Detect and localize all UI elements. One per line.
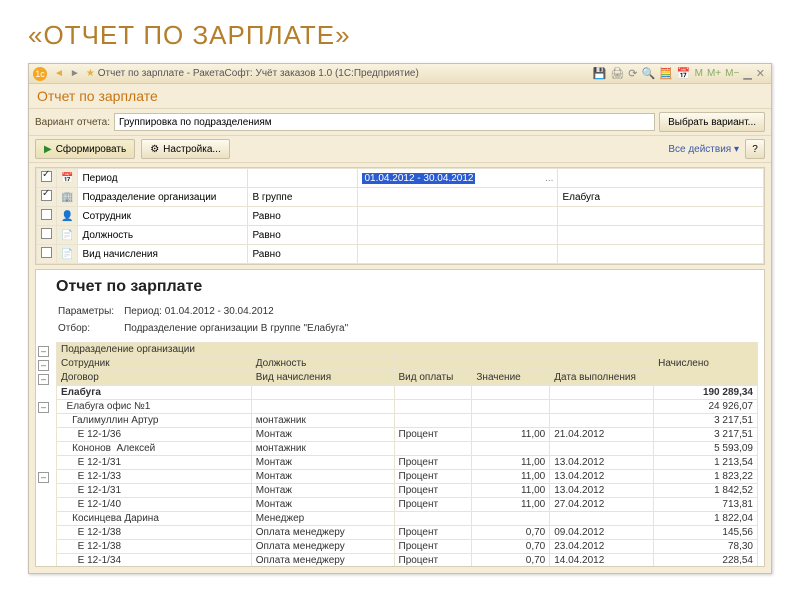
filter-condition: В группе — [248, 188, 358, 207]
variant-row: Вариант отчета: Выбрать вариант... — [29, 109, 771, 136]
report-header: Подразделение организации Начислено Сотр… — [56, 342, 758, 385]
filter-checkbox[interactable] — [41, 190, 52, 201]
report-row[interactable]: Е 12-1/38 Оплата менеджеру Процент 0,70 … — [57, 526, 758, 540]
app-window: 1c ◄ ► ★ Отчет по зарплате - РакетаСофт:… — [28, 63, 772, 574]
variant-label: Вариант отчета: — [35, 117, 110, 128]
report-row[interactable]: Е 12-1/40 Монтаж Процент 11,00 27.04.201… — [57, 498, 758, 512]
report-title: Отчет по зарплате — [56, 278, 758, 296]
mem-m[interactable]: M — [695, 68, 703, 79]
filter-grid: 📅 Период 01.04.2012 - 30.04.2012 ... 🏢 П… — [35, 167, 765, 265]
filter-value2[interactable]: Елабуга — [558, 188, 764, 207]
page-title: Отчет по зарплате — [29, 84, 771, 109]
print-icon[interactable]: 🖨 — [610, 67, 624, 80]
minimize-icon[interactable]: ▁ — [743, 67, 751, 80]
settings-button[interactable]: ⚙Настройка... — [141, 139, 230, 159]
report-row[interactable]: Галимуллин Артур монтажник 3 217,51 — [57, 414, 758, 428]
filter-icon: 📅 — [57, 169, 78, 188]
report-row[interactable]: Е 12-1/34 Оплата менеджеру Процент 0,70 … — [57, 554, 758, 568]
tree-toggle-icon[interactable]: – — [38, 402, 49, 413]
gear-icon: ⚙ — [150, 144, 159, 155]
generate-button[interactable]: ▶Сформировать — [35, 139, 135, 159]
filter-icon: 📄 — [57, 226, 78, 245]
filter-row[interactable]: 🏢 Подразделение организации В группе Ела… — [37, 188, 764, 207]
app-icon: 1c — [33, 67, 47, 81]
filter-field: Период — [78, 169, 248, 188]
titlebar: 1c ◄ ► ★ Отчет по зарплате - РакетаСофт:… — [29, 64, 771, 84]
tree-toggle-icon[interactable]: – — [38, 360, 49, 371]
report-row[interactable]: Е 12-1/38 Оплата менеджеру Процент 0,70 … — [57, 540, 758, 554]
filter-condition: Равно — [248, 207, 358, 226]
filter-value2[interactable] — [558, 245, 764, 264]
report-row[interactable]: Е 12-1/31 Монтаж Процент 11,00 13.04.201… — [57, 484, 758, 498]
filter-checkbox[interactable] — [41, 247, 52, 258]
slide-title: «ОТЧЕТ ПО ЗАРПЛАТЕ» — [28, 20, 772, 51]
filter-value[interactable] — [358, 207, 558, 226]
refresh-icon[interactable]: ⟳ — [628, 67, 637, 80]
filter-condition: Равно — [248, 226, 358, 245]
filter-row[interactable]: 📅 Период 01.04.2012 - 30.04.2012 ... — [37, 169, 764, 188]
filter-row[interactable]: 📄 Вид начисления Равно — [37, 245, 764, 264]
all-actions-link[interactable]: Все действия ▾ — [668, 144, 739, 155]
search-icon[interactable]: 🔍 — [642, 67, 656, 80]
mem-mminus[interactable]: M− — [725, 68, 739, 79]
report-row[interactable]: Елабуга офис №1 24 926,07 — [57, 400, 758, 414]
filter-value[interactable] — [358, 226, 558, 245]
help-button[interactable]: ? — [745, 139, 765, 159]
report-row[interactable]: Е 12-1/31 Монтаж Процент 11,00 13.04.201… — [57, 456, 758, 470]
variant-input[interactable] — [114, 113, 655, 131]
mem-mplus[interactable]: M+ — [707, 68, 721, 79]
filter-value[interactable] — [358, 245, 558, 264]
filter-field: Сотрудник — [78, 207, 248, 226]
tree-toggle-icon[interactable]: – — [38, 472, 49, 483]
nav-fwd-icon[interactable]: ► — [70, 68, 80, 79]
filter-icon: 📄 — [57, 245, 78, 264]
report-row[interactable]: Косинцева Дарина Менеджер 1 822,04 — [57, 512, 758, 526]
calendar-icon[interactable]: 📅 — [677, 67, 691, 80]
filter-value2[interactable] — [558, 226, 764, 245]
filter-field: Должность — [78, 226, 248, 245]
tree-toggle-icon[interactable]: – — [38, 346, 49, 357]
tree-toggle-icon[interactable]: – — [38, 374, 49, 385]
nav-back-icon[interactable]: ◄ — [54, 68, 64, 79]
filter-value2[interactable] — [558, 169, 764, 188]
filter-row[interactable]: 👤 Сотрудник Равно — [37, 207, 764, 226]
play-icon: ▶ — [44, 144, 52, 155]
filter-condition: Равно — [248, 245, 358, 264]
report-row[interactable]: Кононов Алексей монтажник 5 593,09 — [57, 442, 758, 456]
report-output: – – – – – Отчет по зарплате Параметры:Период… — [35, 269, 765, 567]
report-toolbar: ▶Сформировать ⚙Настройка... Все действия… — [29, 136, 771, 163]
filter-value[interactable] — [358, 188, 558, 207]
filter-checkbox[interactable] — [41, 171, 52, 182]
report-row[interactable]: Елабуга 190 289,34 — [57, 386, 758, 400]
report-params: Параметры:Период: 01.04.2012 - 30.04.201… — [56, 302, 350, 338]
filter-checkbox[interactable] — [41, 228, 52, 239]
close-icon[interactable]: ✕ — [756, 67, 765, 80]
favorite-icon[interactable]: ★ — [86, 68, 95, 79]
filter-row[interactable]: 📄 Должность Равно — [37, 226, 764, 245]
filter-icon: 👤 — [57, 207, 78, 226]
report-rows: Елабуга 190 289,34 Елабуга офис №1 24 92… — [56, 385, 758, 567]
filter-field: Подразделение организации — [78, 188, 248, 207]
filter-value[interactable]: 01.04.2012 - 30.04.2012 ... — [358, 169, 558, 188]
filter-checkbox[interactable] — [41, 209, 52, 220]
filter-icon: 🏢 — [57, 188, 78, 207]
select-variant-button[interactable]: Выбрать вариант... — [659, 112, 765, 132]
filter-field: Вид начисления — [78, 245, 248, 264]
window-title: Отчет по зарплате - РакетаСофт: Учёт зак… — [98, 68, 419, 79]
filter-value2[interactable] — [558, 207, 764, 226]
calc-icon[interactable]: 🧮 — [659, 67, 673, 80]
report-row[interactable]: Е 12-1/33 Монтаж Процент 11,00 13.04.201… — [57, 470, 758, 484]
save-icon[interactable]: 💾 — [593, 67, 607, 80]
filter-condition — [248, 169, 358, 188]
report-row[interactable]: Е 12-1/36 Монтаж Процент 11,00 21.04.201… — [57, 428, 758, 442]
